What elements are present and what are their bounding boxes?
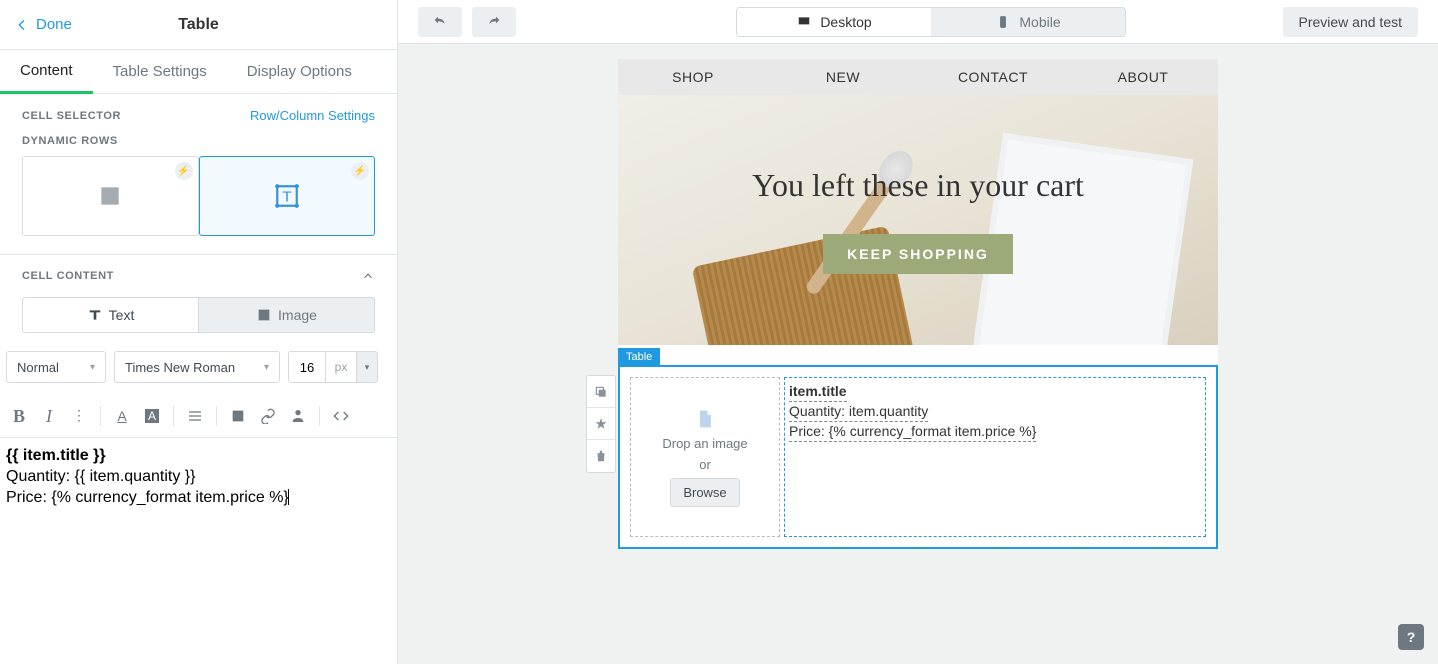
chevron-down-icon: ▾ [90,362,95,373]
dynamic-rows-label: DYNAMIC ROWS [22,135,118,147]
image-icon [256,307,272,323]
font-size-input[interactable] [288,351,326,383]
arrow-left-icon [14,17,30,33]
chevron-up-icon[interactable] [361,269,375,283]
text-editor[interactable]: {{ item.title }} Quantity: {{ item.quant… [0,438,397,516]
chevron-down-icon: ▾ [365,362,370,373]
trash-icon [594,449,608,463]
duplicate-button[interactable] [587,376,615,408]
copy-icon [594,385,608,399]
done-button[interactable]: Done [0,16,72,33]
table-block[interactable]: Table Drop an image or Browse item.title [618,365,1218,549]
insert-image-button[interactable] [225,403,251,429]
tab-display-options[interactable]: Display Options [227,50,372,94]
font-size-stepper[interactable]: ▾ [356,351,378,383]
tab-table-settings[interactable]: Table Settings [93,50,227,94]
content-type-text[interactable]: Text [22,297,199,333]
link-button[interactable] [255,403,281,429]
or-text: or [699,457,711,472]
undo-icon [432,14,448,30]
text-line-qty: Quantity: item.quantity [789,402,928,422]
italic-button[interactable]: I [36,403,62,429]
svg-text:T: T [282,188,291,205]
cell-content-label: CELL CONTENT [22,270,114,282]
hero-block[interactable]: You left these in your cart KEEP SHOPPIN… [618,95,1218,345]
hero-cta-button[interactable]: KEEP SHOPPING [823,234,1013,274]
done-label: Done [36,16,72,33]
star-icon [594,417,608,431]
nav-shop[interactable]: SHOP [618,59,768,95]
file-image-icon [695,408,715,430]
tab-content[interactable]: Content [0,50,93,94]
text-color-button[interactable]: A [109,403,135,429]
font-value: Times New Roman [125,360,235,375]
cell-selector-label: CELL SELECTOR [22,110,121,122]
drop-image-text: Drop an image [662,436,747,451]
more-format-button[interactable]: ⋮ [66,403,92,429]
table-image-cell[interactable]: Drop an image or Browse [630,377,780,537]
dynamic-cell-text[interactable]: ⚡ T [199,156,376,236]
mobile-icon [995,15,1011,29]
editor-line: {{ item.title }} [6,446,391,467]
delete-button[interactable] [587,440,615,472]
nav-new[interactable]: NEW [768,59,918,95]
style-select[interactable]: Normal ▾ [6,351,106,383]
font-size-unit: px [326,351,356,383]
block-tools [586,375,616,473]
text-block-icon: T [272,183,302,209]
nav-about[interactable]: ABOUT [1068,59,1218,95]
mobile-label: Mobile [1019,14,1060,30]
browse-button[interactable]: Browse [670,478,739,507]
row-column-settings-link[interactable]: Row/Column Settings [250,108,375,123]
font-select[interactable]: Times New Roman ▾ [114,351,280,383]
favorite-button[interactable] [587,408,615,440]
style-value: Normal [17,360,59,375]
nav-contact[interactable]: CONTACT [918,59,1068,95]
tag-button[interactable] [285,403,311,429]
editor-line: Price: {% currency_format item.price %} [6,488,391,509]
image-label: Image [278,307,317,323]
chevron-down-icon: ▾ [264,362,269,373]
code-button[interactable] [328,403,354,429]
hero-title: You left these in your cart [752,167,1084,204]
email-nav: SHOP NEW CONTACT ABOUT [618,59,1218,95]
desktop-icon [796,15,812,29]
bolt-icon: ⚡ [175,162,193,180]
text-line-price: Price: {% currency_format item.price %} [789,422,1036,442]
text-icon [87,307,103,323]
redo-icon [486,14,502,30]
table-text-cell[interactable]: item.title Quantity: item.quantity Price… [784,377,1206,537]
content-type-image[interactable]: Image [199,297,375,333]
view-mobile[interactable]: Mobile [931,8,1125,36]
bolt-icon: ⚡ [351,162,369,180]
align-button[interactable] [182,403,208,429]
image-icon [95,183,125,209]
undo-button[interactable] [418,7,462,37]
highlight-button[interactable]: A [139,403,165,429]
preview-test-button[interactable]: Preview and test [1283,7,1419,37]
dynamic-cell-image[interactable]: ⚡ [22,156,199,236]
view-desktop[interactable]: Desktop [737,8,931,36]
table-tag: Table [618,348,660,366]
redo-button[interactable] [472,7,516,37]
text-label: Text [109,307,135,323]
text-line-title: item.title [789,382,847,402]
editor-line: Quantity: {{ item.quantity }} [6,467,391,488]
help-button[interactable]: ? [1398,624,1424,650]
desktop-label: Desktop [820,14,871,30]
bold-button[interactable]: B [6,403,32,429]
